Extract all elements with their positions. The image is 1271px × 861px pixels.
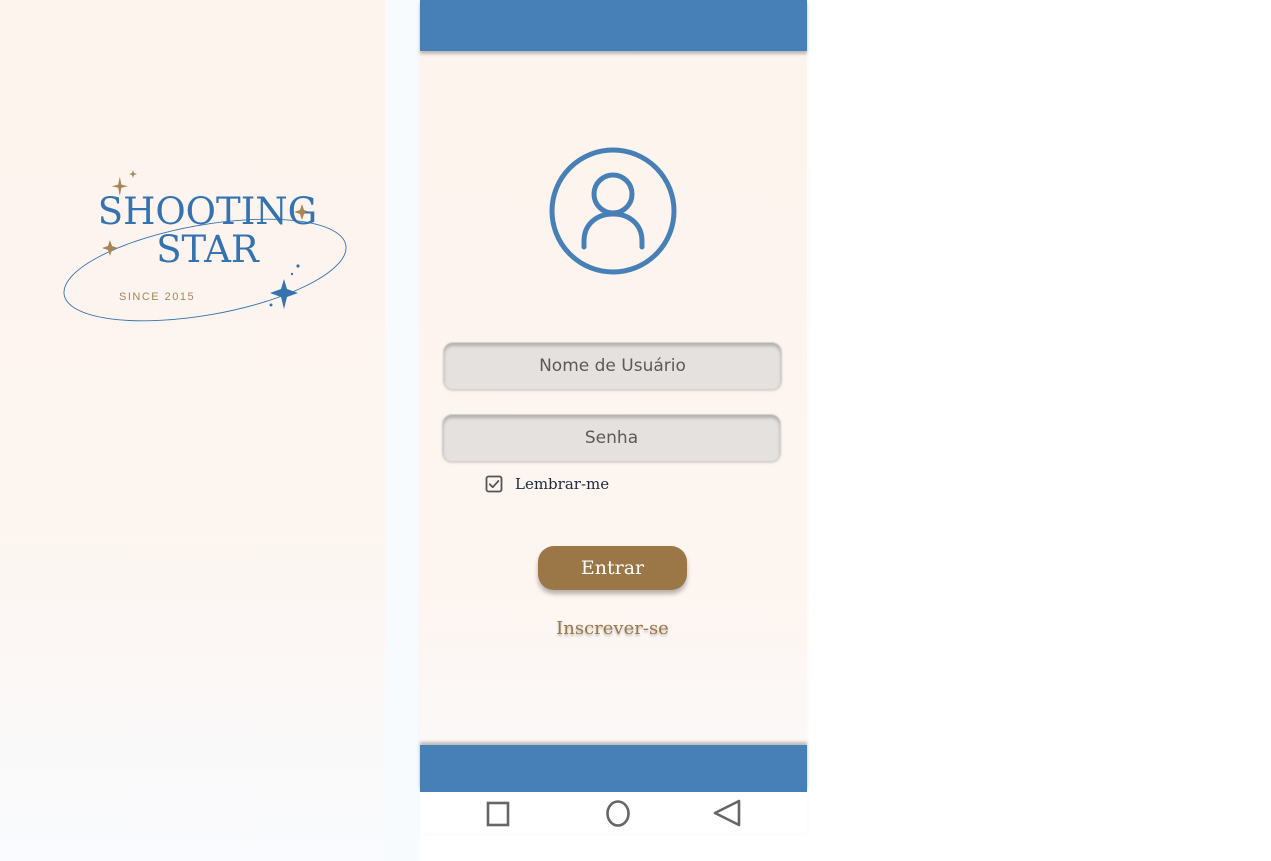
user-circle-icon (548, 146, 678, 276)
phone-screen: Lembrar-me Entrar Inscrever-se (420, 0, 807, 833)
system-nav-bar (420, 792, 807, 833)
signup-link[interactable]: Inscrever-se (420, 618, 805, 639)
username-field[interactable] (443, 342, 782, 390)
home-button[interactable] (601, 796, 635, 830)
remember-me-row[interactable]: Lembrar-me (485, 473, 609, 495)
logo-title-line2: STAR (156, 228, 259, 271)
circle-icon (606, 800, 630, 827)
top-app-bar (420, 0, 807, 51)
divider-strip (385, 0, 420, 861)
remember-me-label: Lembrar-me (515, 475, 610, 493)
shooting-star-logo: SHOOTING STAR SINCE 2015 (55, 160, 355, 335)
triangle-back-icon (713, 799, 741, 827)
brand-panel: SHOOTING STAR SINCE 2015 (0, 0, 385, 861)
checkbox-checked-icon[interactable] (485, 475, 503, 493)
password-input[interactable] (443, 415, 780, 461)
login-button[interactable]: Entrar (538, 546, 687, 590)
recent-apps-button[interactable] (481, 796, 515, 830)
square-icon (486, 801, 510, 827)
bottom-app-bar (420, 745, 807, 792)
logo-title-line1: SHOOTING (97, 190, 318, 233)
logo-since: SINCE 2015 (119, 291, 196, 303)
username-input[interactable] (444, 343, 781, 389)
back-button[interactable] (710, 796, 744, 830)
password-field[interactable] (442, 414, 781, 462)
